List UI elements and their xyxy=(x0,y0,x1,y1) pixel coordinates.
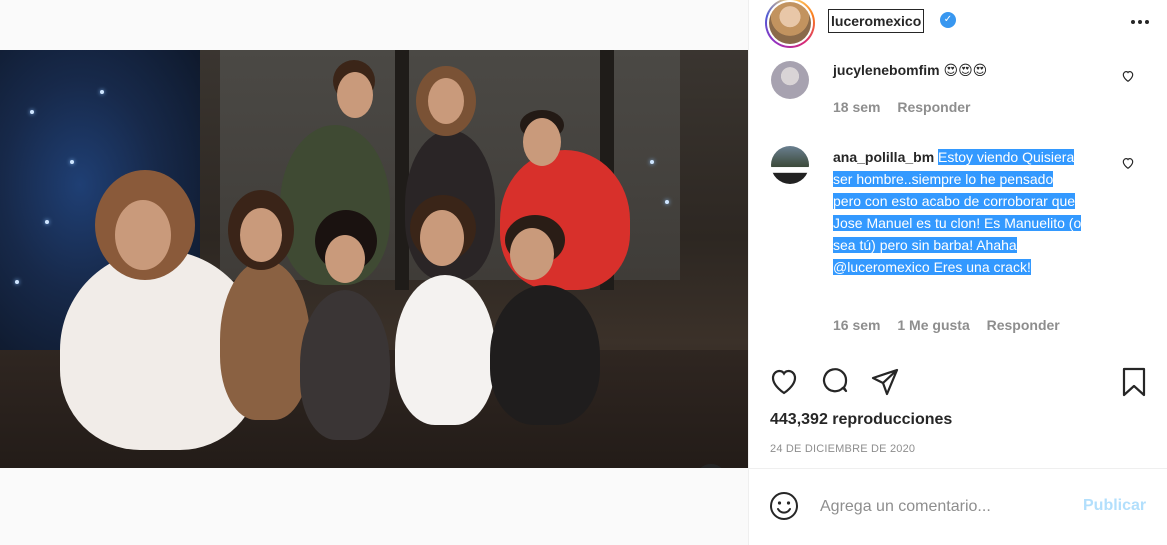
comment-input[interactable] xyxy=(820,493,1080,521)
person xyxy=(300,290,390,440)
comments-list: jucylenebomfim 😍😍😍 18 sem Responder ana_… xyxy=(749,55,1167,355)
person xyxy=(220,260,310,420)
comment-text: Estoy viendo Quisiera ser hombre..siempr… xyxy=(833,149,1082,275)
tree-light xyxy=(30,110,34,114)
person xyxy=(490,285,600,425)
bookmark-icon[interactable] xyxy=(1118,366,1150,398)
reply-button[interactable]: Responder xyxy=(897,99,970,115)
add-comment-bar: Publicar xyxy=(749,468,1167,545)
comment-body: jucylenebomfim 😍😍😍 xyxy=(833,59,1083,81)
comment-username[interactable]: ana_polilla_bm xyxy=(833,149,934,165)
comment-likes[interactable]: 1 Me gusta xyxy=(897,317,969,333)
person-face xyxy=(523,118,561,166)
tree-light xyxy=(650,160,654,164)
comment-body: ana_polilla_bm Estoy viendo Quisiera ser… xyxy=(833,146,1083,278)
tree-light xyxy=(45,220,49,224)
person-face xyxy=(420,210,464,266)
reply-button[interactable]: Responder xyxy=(987,317,1060,333)
person-face xyxy=(337,72,373,118)
verified-badge-icon: ✓ xyxy=(940,12,956,28)
comment-username[interactable]: jucylenebomfim xyxy=(833,62,940,78)
post-actions xyxy=(749,366,1167,406)
tree-light xyxy=(15,280,19,284)
commenter-avatar[interactable] xyxy=(771,61,809,99)
paper-plane-icon[interactable] xyxy=(869,366,901,398)
heart-icon[interactable] xyxy=(1121,156,1135,170)
publish-button[interactable]: Publicar xyxy=(1083,497,1146,515)
comment-meta: 16 sem 1 Me gusta Responder xyxy=(833,317,1073,333)
comment-time[interactable]: 18 sem xyxy=(833,99,880,115)
author-username[interactable]: luceromexico xyxy=(828,9,925,33)
comment-time[interactable]: 16 sem xyxy=(833,317,880,333)
window-frame xyxy=(395,50,409,290)
smiley-icon[interactable] xyxy=(769,491,799,521)
commenter-avatar[interactable] xyxy=(771,146,809,184)
more-options-icon[interactable] xyxy=(1129,12,1151,32)
tree-light xyxy=(665,200,669,204)
person-face xyxy=(510,228,554,280)
tree-light xyxy=(100,90,104,94)
comment-meta: 18 sem Responder xyxy=(833,99,984,115)
heart-icon[interactable] xyxy=(1121,69,1135,83)
tree-light xyxy=(70,160,74,164)
person xyxy=(395,275,495,425)
person-face xyxy=(325,235,365,283)
post-video[interactable] xyxy=(0,50,748,468)
author-avatar[interactable] xyxy=(765,0,815,48)
heart-icon[interactable] xyxy=(768,366,800,398)
post-date[interactable]: 24 DE DICIEMBRE DE 2020 xyxy=(770,443,915,455)
comment-text: 😍😍😍 xyxy=(943,62,988,78)
comment-bubble-icon[interactable] xyxy=(819,366,851,398)
post-panel: luceromexico ✓ jucylenebomfim 😍😍😍 18 sem… xyxy=(748,0,1167,545)
person-face xyxy=(115,200,171,270)
person-face xyxy=(428,78,464,124)
post-header: luceromexico ✓ xyxy=(749,0,1167,48)
media-column xyxy=(0,0,748,545)
person-face xyxy=(240,208,282,262)
view-count[interactable]: 443,392 reproducciones xyxy=(770,411,952,429)
